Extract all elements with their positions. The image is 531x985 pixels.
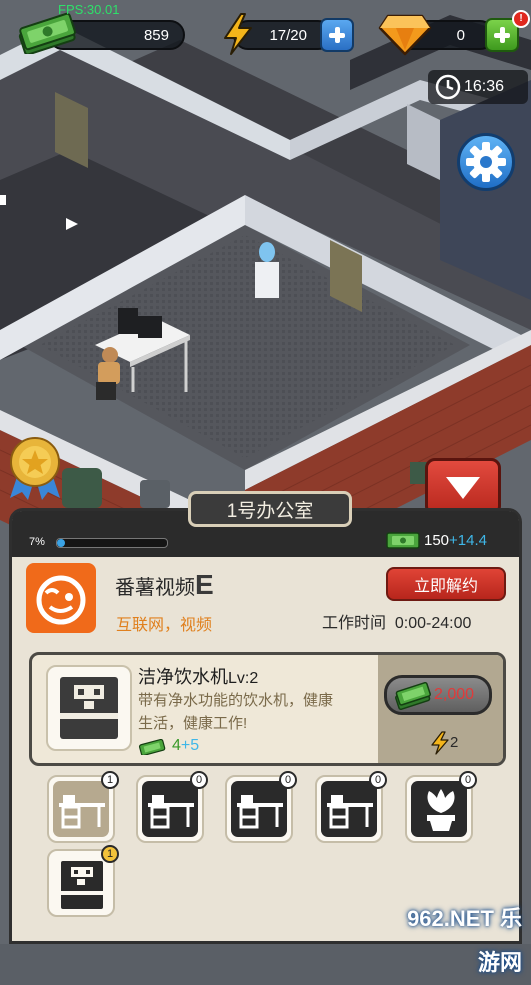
office-income: 150+14.4 [424,532,487,549]
buy-button[interactable]: 2,000 [384,675,492,715]
clock-time: 16:36 [464,78,505,95]
settings-button[interactable] [457,133,515,191]
slot-plant-count: 0 [459,771,477,789]
watermark: 962.NET 乐游网 [407,906,522,975]
water-cooler-icon [60,677,118,739]
item-desc-line1: 带有净水功能的饮水机，健康 [138,692,334,709]
unlock-button[interactable]: 立即解约 [386,567,506,601]
slot-desk-3-count: 0 [279,771,297,789]
lightning-icon [221,12,255,56]
item-income-bonus: +5 [180,737,200,754]
lightning-small-icon [430,731,450,755]
item-thumbnail [46,665,132,751]
slot-plant[interactable]: 0 [405,771,477,843]
desk-icon [148,795,194,829]
add-energy-button[interactable] [320,18,354,52]
item-name: 洁净饮水机 [138,667,228,687]
item-description: 带有净水功能的饮水机，健康 生活，健康工作! [138,689,333,735]
item-title: 洁净饮水机Lv:2 [138,663,258,689]
slot-desk-1[interactable]: 1 [47,771,119,843]
clock-icon [435,74,461,100]
cash-stack-icon [395,682,431,710]
cash-stack-icon [14,12,78,56]
plant-icon [427,789,455,831]
slot-desk-4[interactable]: 0 [315,771,387,843]
energy-value: 17/20 [269,26,307,44]
company-row: 番薯视频E 互联网，视频 立即解约 工作时间 0:00-24:00 [12,557,519,647]
company-grade: E [195,569,214,600]
fps-label: FPS:30.01 [58,2,120,17]
gear-icon [466,142,506,182]
item-price: 2,000 [434,686,475,703]
gem-value: 0 [456,26,465,44]
progress-bar [56,538,168,548]
desk-icon [59,795,105,829]
medal-icon[interactable] [4,434,66,502]
slot-cooler[interactable]: 1 [47,845,119,917]
diamond-icon [378,12,432,56]
slot-desk-1-count: 1 [101,771,119,789]
office-income-bonus: +14.4 [449,532,487,549]
company-tags: 互联网，视频 [116,617,213,634]
office-income-base: 150 [424,532,450,549]
item-income-base: 4 [172,737,181,754]
slot-desk-2[interactable]: 0 [136,771,208,843]
cash-icon [386,530,420,550]
slot-desk-3[interactable]: 0 [225,771,297,843]
progress-percent: 7% [29,536,45,548]
item-card[interactable]: 洁净饮水机Lv:2 带有净水功能的饮水机，健康 生活，健康工作! 4+5 2,0… [29,652,506,766]
work-time: 工作时间 0:00-24:00 [322,609,471,633]
item-energy-cost: 2 [450,734,459,751]
item-desc-line2: 生活，健康工作! [138,715,248,732]
gem-alert-dot: ! [512,10,530,28]
item-income: 4+5 [172,737,199,755]
desk-icon [237,795,283,829]
cash-small-icon [138,738,166,757]
water-cooler-icon [61,861,103,909]
item-level: Lv:2 [228,670,259,687]
slot-desk-4-count: 0 [369,771,387,789]
work-time-label: 工作时间 [322,615,387,632]
slot-cooler-count: 1 [101,845,119,863]
company-logo [26,563,96,633]
money-value: 859 [143,26,169,44]
work-time-value: 0:00-24:00 [394,615,472,632]
company-name-text: 番薯视频 [115,577,195,599]
desk-icon [327,795,373,829]
office-panel: 7% 150+14.4 1号办公室 番薯视频E 互联网，视频 立即解约 工作时间 [9,491,522,975]
progress-fill [57,539,65,547]
company-name: 番薯视频E [115,569,214,601]
chevron-down-icon [446,477,480,499]
slot-desk-2-count: 0 [190,771,208,789]
office-tab-title[interactable]: 1号办公室 [188,491,352,527]
